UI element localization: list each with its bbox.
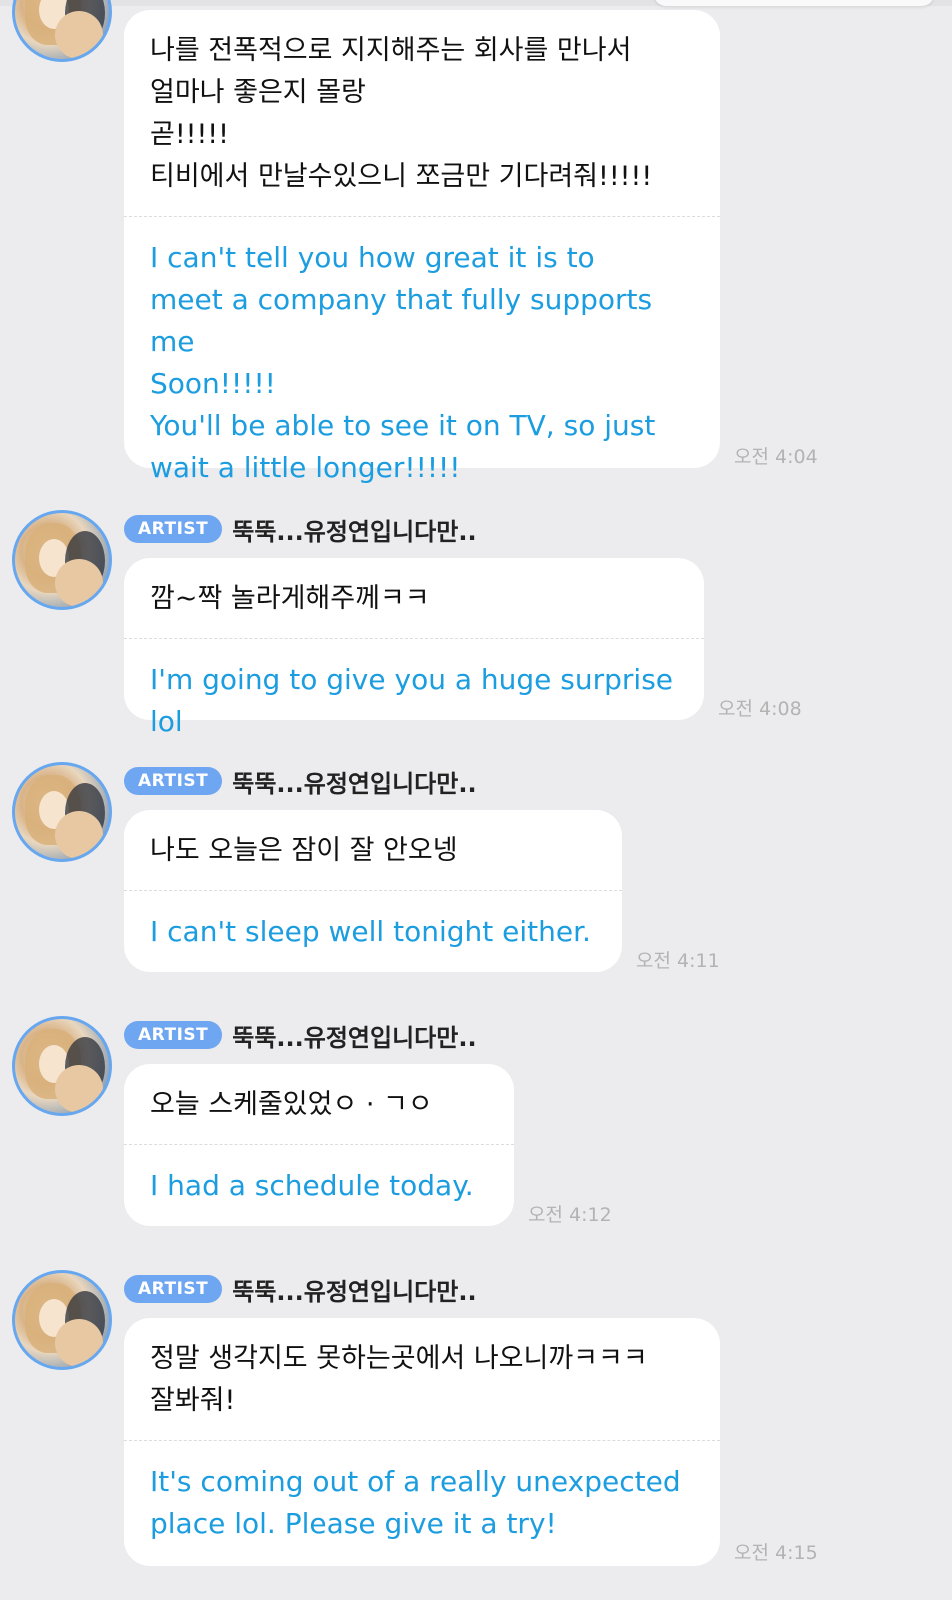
previous-card-edge — [654, 0, 934, 6]
message-time: 오전 4:11 — [636, 950, 720, 972]
artist-avatar[interactable] — [12, 1270, 112, 1370]
sender-name: 뚝뚝...유정연입니다만.. — [232, 769, 477, 798]
message-time: 오전 4:12 — [528, 1204, 612, 1226]
artist-badge: ARTIST — [124, 515, 223, 543]
message-bubble[interactable]: 나도 오늘은 잠이 잘 안오넹 I can't sleep well tonig… — [124, 810, 622, 972]
artist-avatar[interactable] — [12, 510, 112, 610]
message-english-translation: It's coming out of a really unexpected p… — [150, 1465, 681, 1540]
artist-avatar[interactable] — [12, 0, 112, 62]
sender-row: ARTIST 뚝뚝...유정연입니다만.. — [124, 512, 477, 546]
message-time: 오전 4:04 — [734, 446, 818, 468]
sender-name: 뚝뚝...유정연입니다만.. — [232, 517, 477, 546]
translation-divider — [124, 890, 622, 891]
sender-name: 뚝뚝...유정연입니다만.. — [232, 1023, 477, 1052]
artist-avatar[interactable] — [12, 762, 112, 862]
sender-name: 뚝뚝...유정연입니다만.. — [232, 1277, 477, 1306]
message-bubble[interactable]: 깜~짝 놀라게해주께ㅋㅋ I'm going to give you a hug… — [124, 558, 704, 738]
translation-divider — [124, 1144, 514, 1145]
message-korean-text: 나를 전폭적으로 지지해주는 회사를 만나서 얼마나 좋은지 몰랑 곧!!!!!… — [150, 35, 653, 192]
translation-divider — [124, 638, 704, 639]
message-korean-text: 정말 생각지도 못하는곳에서 나오니까ㅋㅋㅋ 잘봐줘! — [150, 1343, 648, 1416]
message-english-translation: I can't sleep well tonight either. — [150, 915, 591, 948]
message-time: 오전 4:08 — [718, 698, 802, 720]
message-bubble[interactable]: 정말 생각지도 못하는곳에서 나오니까ㅋㅋㅋ 잘봐줘! It's coming … — [124, 1318, 720, 1566]
message-bubble[interactable]: 오늘 스케줄있었ㅇ · ㄱㅇ I had a schedule today. — [124, 1064, 514, 1226]
artist-avatar[interactable] — [12, 1016, 112, 1116]
artist-badge: ARTIST — [124, 1021, 223, 1049]
message-english-translation: I'm going to give you a huge surprise lo… — [150, 663, 674, 738]
sender-row: ARTIST 뚝뚝...유정연입니다만.. — [124, 1272, 477, 1306]
message-english-translation: I can't tell you how great it is to meet… — [150, 241, 656, 484]
message-korean-text: 깜~짝 놀라게해주께ㅋㅋ — [150, 583, 430, 614]
message-korean-text: 오늘 스케줄있었ㅇ · ㄱㅇ — [150, 1089, 433, 1120]
artist-badge: ARTIST — [124, 767, 223, 795]
sender-row: ARTIST 뚝뚝...유정연입니다만.. — [124, 1018, 477, 1052]
message-bubble[interactable]: 나를 전폭적으로 지지해주는 회사를 만나서 얼마나 좋은지 몰랑 곧!!!!!… — [124, 10, 720, 484]
artist-badge: ARTIST — [124, 1275, 223, 1303]
translation-divider — [124, 216, 720, 217]
message-time: 오전 4:15 — [734, 1542, 818, 1564]
translation-divider — [124, 1440, 720, 1441]
message-english-translation: I had a schedule today. — [150, 1169, 474, 1202]
message-korean-text: 나도 오늘은 잠이 잘 안오넹 — [150, 835, 458, 866]
sender-row: ARTIST 뚝뚝...유정연입니다만.. — [124, 764, 477, 798]
